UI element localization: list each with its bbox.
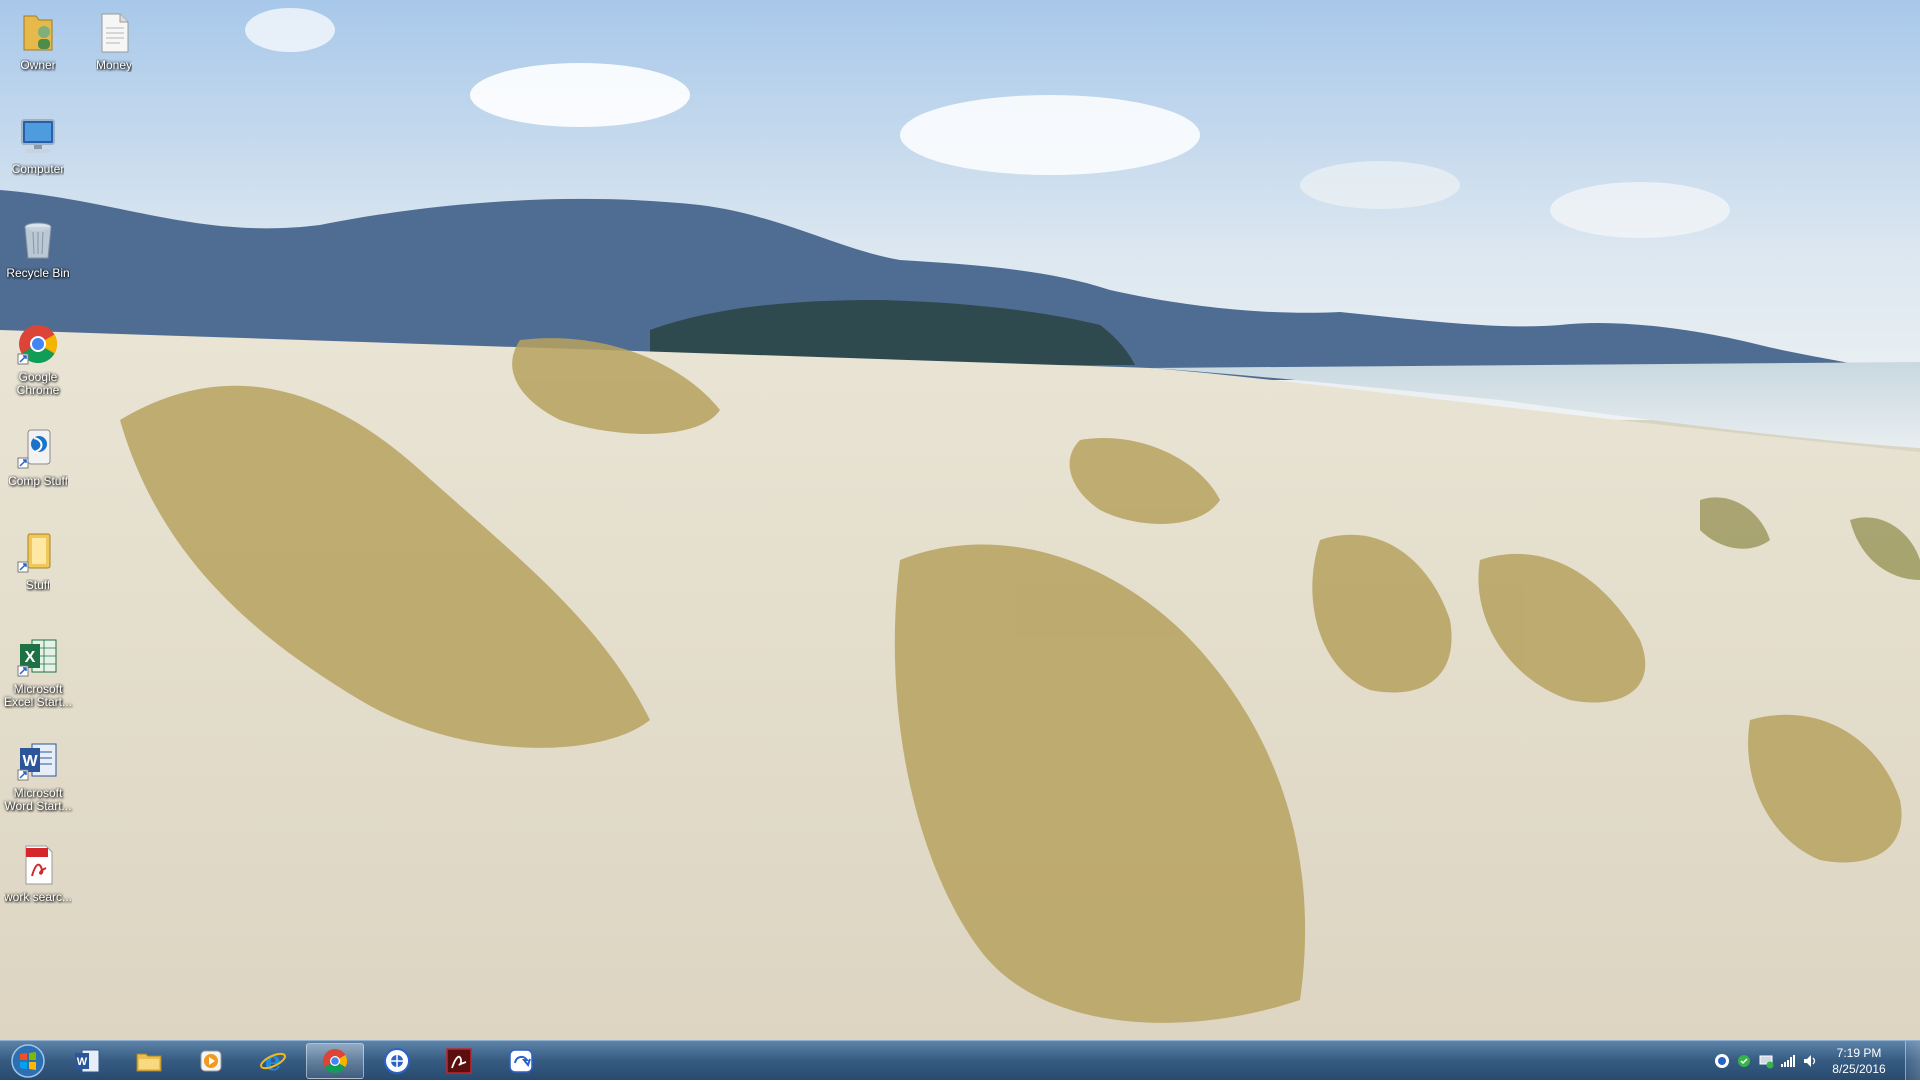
desktop-icon-owner[interactable]: Owner (0, 0, 76, 96)
taskbar-file-explorer-button[interactable] (120, 1043, 178, 1079)
taskbar-blue-circle-app-button[interactable] (368, 1043, 426, 1079)
svg-text:W: W (22, 753, 38, 770)
svg-text:W: W (77, 1056, 88, 1068)
desktop-icon-work-search-pdf[interactable]: work searc... (0, 832, 76, 928)
folder-shortcut-icon (17, 533, 51, 573)
desktop-icon-label: Stuff (25, 579, 51, 592)
internet-explorer-icon: e (260, 1047, 286, 1076)
acrobat-icon (446, 1048, 472, 1074)
pdf-icon (25, 845, 53, 885)
desktop-icon-label: Owner (20, 59, 56, 72)
start-button[interactable] (4, 1042, 52, 1080)
windows-logo-icon (11, 1044, 45, 1078)
desktop-icon-computer[interactable]: Computer (0, 104, 76, 200)
desktop-icon-microsoft-word[interactable]: W Microsoft Word Start... (0, 728, 76, 824)
desktop-icon-label: Microsoft Excel Start... (3, 683, 73, 709)
show-desktop-button[interactable] (1905, 1041, 1920, 1081)
desktop-icon-recycle-bin[interactable]: Recycle Bin (0, 208, 76, 304)
svg-text:X: X (25, 649, 36, 666)
taskbar-internet-explorer-button[interactable]: e (244, 1043, 302, 1079)
user-folder-icon (23, 15, 53, 51)
desktop-icon-label: Recycle Bin (6, 267, 70, 280)
taskbar-clock[interactable]: 7:19 PM 8/25/2016 (1824, 1045, 1894, 1077)
clock-date: 8/25/2016 (1832, 1062, 1886, 1076)
signal-bars-icon[interactable] (1780, 1053, 1796, 1069)
desktop-icon-label: Money (95, 59, 133, 72)
taskbar: W e 7:19 PM 8/25/2016 (0, 1040, 1920, 1081)
wallpaper (0, 0, 1920, 1040)
taskbar-media-player-button[interactable] (182, 1043, 240, 1079)
system-tray: 7:19 PM 8/25/2016 (1660, 1041, 1920, 1081)
blue-circle-app-icon (384, 1048, 410, 1074)
taskbar-acrobat-button[interactable] (430, 1043, 488, 1079)
desktop-icon-label: Google Chrome (16, 371, 60, 397)
app-tray-icon[interactable] (1714, 1053, 1730, 1069)
desktop-icon-label: Comp Stuff (8, 475, 68, 488)
media-player-icon (200, 1050, 222, 1072)
desktop-icon-money[interactable]: Money (76, 0, 152, 96)
recycle-bin-icon (24, 222, 52, 259)
desktop[interactable]: Owner Money Computer Recycle Bin Google … (0, 0, 1920, 1040)
desktop-icon-microsoft-excel[interactable]: X Microsoft Excel Start... (0, 624, 76, 720)
taskbar-blue-square-app-button[interactable] (492, 1043, 550, 1079)
word-icon: W (17, 743, 57, 781)
taskbar-word-button[interactable]: W (58, 1043, 116, 1079)
desktop-icon-comp-stuff[interactable]: Comp Stuff (0, 416, 76, 512)
chrome-icon (323, 1049, 348, 1074)
desktop-icon-label: work searc... (3, 891, 72, 904)
desktop-icon-stuff[interactable]: Stuff (0, 520, 76, 616)
network-adapter-icon[interactable] (1758, 1053, 1774, 1069)
blue-square-app-icon (509, 1049, 533, 1073)
green-tray-icon[interactable] (1736, 1053, 1752, 1069)
text-document-icon (101, 13, 129, 53)
desktop-icon-label: Computer (11, 163, 65, 176)
desktop-icon-google-chrome[interactable]: Google Chrome (0, 312, 76, 408)
excel-icon: X (17, 639, 57, 677)
svg-text:e: e (265, 1047, 282, 1076)
taskbar-chrome-button[interactable] (306, 1043, 364, 1079)
clock-time: 7:19 PM (1836, 1046, 1882, 1060)
desktop-icon-label: Microsoft Word Start... (4, 787, 72, 813)
word-icon: W (75, 1049, 100, 1073)
file-explorer-icon (136, 1053, 162, 1072)
volume-icon[interactable] (1802, 1053, 1818, 1069)
shortcut-icon (17, 429, 51, 469)
computer-icon (21, 119, 55, 153)
chrome-icon (17, 325, 58, 365)
